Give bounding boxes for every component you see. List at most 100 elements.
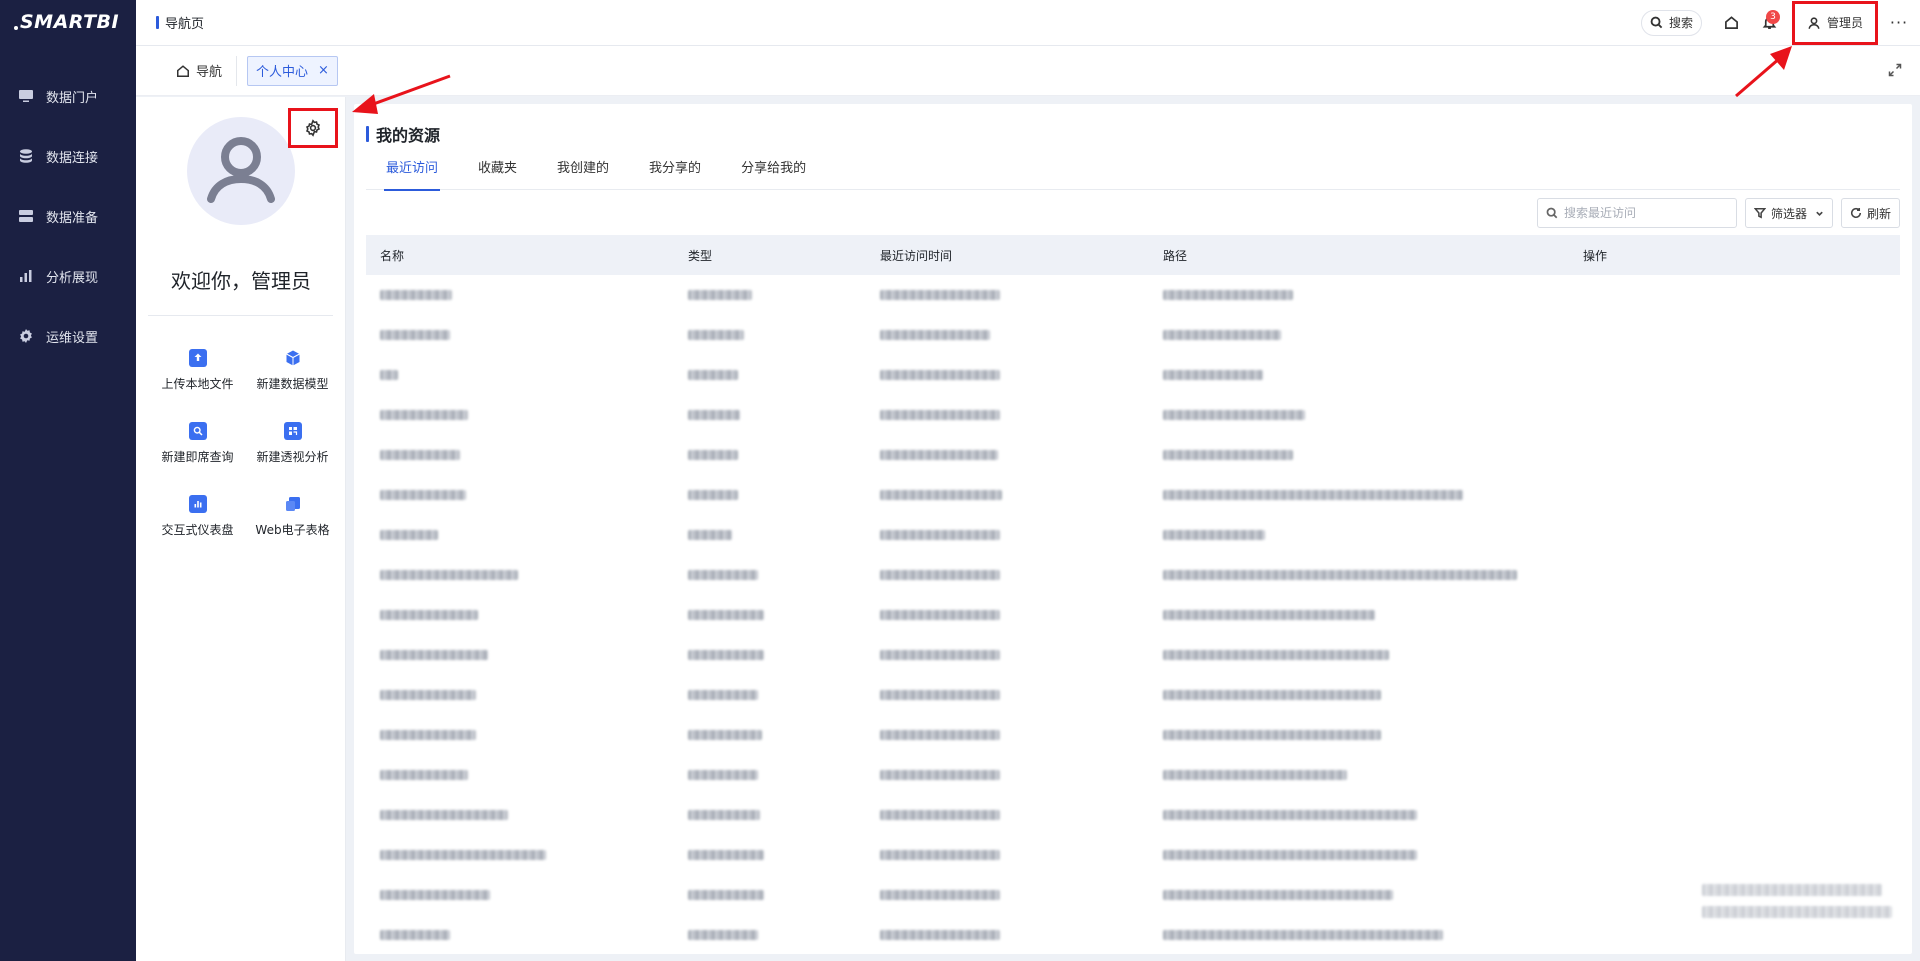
redacted-cell xyxy=(380,410,468,420)
redacted-cell xyxy=(688,890,764,900)
redacted-cell xyxy=(380,850,546,860)
table-row[interactable] xyxy=(366,675,1900,715)
table-row[interactable] xyxy=(366,595,1900,635)
quick-action-new-pivot-analysis[interactable]: 新建透视分析 xyxy=(245,422,340,465)
table-row[interactable] xyxy=(366,715,1900,755)
redacted-cell xyxy=(380,370,398,380)
table-row[interactable] xyxy=(366,355,1900,395)
tab-created-by-me[interactable]: 我创建的 xyxy=(537,158,629,190)
redacted-cell xyxy=(1163,690,1381,700)
search-icon xyxy=(1650,16,1663,29)
resource-search-box[interactable] xyxy=(1536,198,1737,228)
quick-action-label: 交互式仪表盘 xyxy=(161,523,234,537)
quick-action-new-data-model[interactable]: 新建数据模型 xyxy=(245,349,340,392)
tab-navigation[interactable]: 导航 xyxy=(176,55,238,86)
table-row[interactable] xyxy=(366,875,1900,915)
quick-action-new-adhoc-query[interactable]: 新建即席查询 xyxy=(150,422,245,465)
table-row[interactable] xyxy=(366,395,1900,435)
redacted-cell xyxy=(880,850,1000,860)
tab-personal-center[interactable]: 个人中心 × xyxy=(247,55,338,86)
redacted-cell xyxy=(380,450,460,460)
user-menu-button[interactable]: 管理员 xyxy=(1792,0,1878,45)
redacted-cell xyxy=(380,530,438,540)
quick-action-upload-file[interactable]: 上传本地文件 xyxy=(150,349,245,392)
fullscreen-button[interactable] xyxy=(1888,63,1904,79)
table-row[interactable] xyxy=(366,315,1900,355)
column-header-name[interactable]: 名称 xyxy=(380,247,404,264)
chevron-down-icon xyxy=(1816,211,1823,216)
table-row[interactable] xyxy=(366,755,1900,795)
tab-close-icon[interactable]: × xyxy=(318,63,329,78)
redacted-cell xyxy=(688,930,758,940)
column-header-path[interactable]: 路径 xyxy=(1163,247,1187,264)
table-row[interactable] xyxy=(366,915,1900,955)
redacted-cell xyxy=(688,690,758,700)
redacted-cell xyxy=(880,770,1000,780)
quick-action-interactive-dashboard[interactable]: 交互式仪表盘 xyxy=(150,495,245,538)
app-logo[interactable]: SMARTBI xyxy=(0,0,136,44)
avatar-person-icon xyxy=(207,137,275,203)
profile-settings-button[interactable] xyxy=(288,108,338,148)
sidebar-item-data-prep[interactable]: 数据准备 xyxy=(0,186,136,246)
redacted-cell xyxy=(380,650,488,660)
sidebar-item-ops-settings[interactable]: 运维设置 xyxy=(0,306,136,366)
column-header-type[interactable]: 类型 xyxy=(688,247,712,264)
table-row[interactable] xyxy=(366,515,1900,555)
sidebar-item-analysis[interactable]: 分析展现 xyxy=(0,246,136,306)
redacted-cell xyxy=(688,730,762,740)
sidebar: SMARTBI 数据门户 数据连接 数据准备 分析展现 运维设置 xyxy=(0,0,136,961)
table-row[interactable] xyxy=(366,795,1900,835)
table-row[interactable] xyxy=(366,635,1900,675)
redacted-cell xyxy=(1163,530,1265,540)
notification-badge: 3 xyxy=(1766,9,1780,24)
tab-shared-by-me[interactable]: 我分享的 xyxy=(629,158,721,190)
redacted-cell xyxy=(688,450,738,460)
tab-favorites[interactable]: 收藏夹 xyxy=(458,158,537,190)
title-marker xyxy=(366,126,369,142)
more-menu-button[interactable]: ··· xyxy=(1884,13,1914,32)
refresh-button[interactable]: 刷新 xyxy=(1840,198,1900,228)
page-tabs: 导航 个人中心 × xyxy=(136,46,1920,96)
redacted-cell xyxy=(880,890,1000,900)
logo-dot xyxy=(14,26,18,30)
redacted-cell xyxy=(380,770,468,780)
filter-button[interactable]: 筛选器 xyxy=(1744,198,1833,228)
table-row[interactable] xyxy=(366,275,1900,315)
redacted-cell xyxy=(688,770,758,780)
sidebar-item-data-portal[interactable]: 数据门户 xyxy=(0,66,136,126)
redacted-cell xyxy=(880,370,1000,380)
user-name: 管理员 xyxy=(1826,16,1863,30)
table-row[interactable] xyxy=(366,435,1900,475)
breadcrumb-marker xyxy=(156,16,159,29)
table-row[interactable] xyxy=(366,835,1900,875)
cube-icon xyxy=(284,349,302,367)
table-row[interactable] xyxy=(366,475,1900,515)
user-icon xyxy=(1808,16,1820,29)
tab-shared-with-me[interactable]: 分享给我的 xyxy=(721,158,826,190)
redacted-cell xyxy=(880,490,1002,500)
filter-label: 筛选器 xyxy=(1770,206,1807,221)
quick-action-label: 新建透视分析 xyxy=(256,450,329,464)
notification-button[interactable]: 3 xyxy=(1754,8,1784,38)
tab-recent[interactable]: 最近访问 xyxy=(366,158,458,191)
home-button[interactable] xyxy=(1716,8,1746,38)
redacted-cell xyxy=(1163,490,1463,500)
breadcrumb-text: 导航页 xyxy=(165,17,205,32)
redacted-cell xyxy=(1163,650,1389,660)
redacted-cell xyxy=(880,730,1000,740)
redacted-cell xyxy=(880,810,1000,820)
table-row[interactable] xyxy=(366,555,1900,595)
redacted-cell xyxy=(1163,570,1517,580)
resource-search-input[interactable] xyxy=(1563,206,1724,220)
quick-action-web-spreadsheet[interactable]: Web电子表格 xyxy=(245,495,340,538)
global-search-button[interactable]: 搜索 xyxy=(1640,9,1702,36)
redacted-cell xyxy=(880,610,1000,620)
redacted-cell xyxy=(1163,370,1263,380)
sidebar-item-data-connection[interactable]: 数据连接 xyxy=(0,126,136,186)
profile-divider xyxy=(148,315,333,316)
query-icon xyxy=(188,422,207,440)
column-header-last-visit[interactable]: 最近访问时间 xyxy=(880,247,952,264)
redacted-cell xyxy=(380,810,508,820)
table-body xyxy=(366,275,1900,955)
redacted-cell xyxy=(380,570,518,580)
